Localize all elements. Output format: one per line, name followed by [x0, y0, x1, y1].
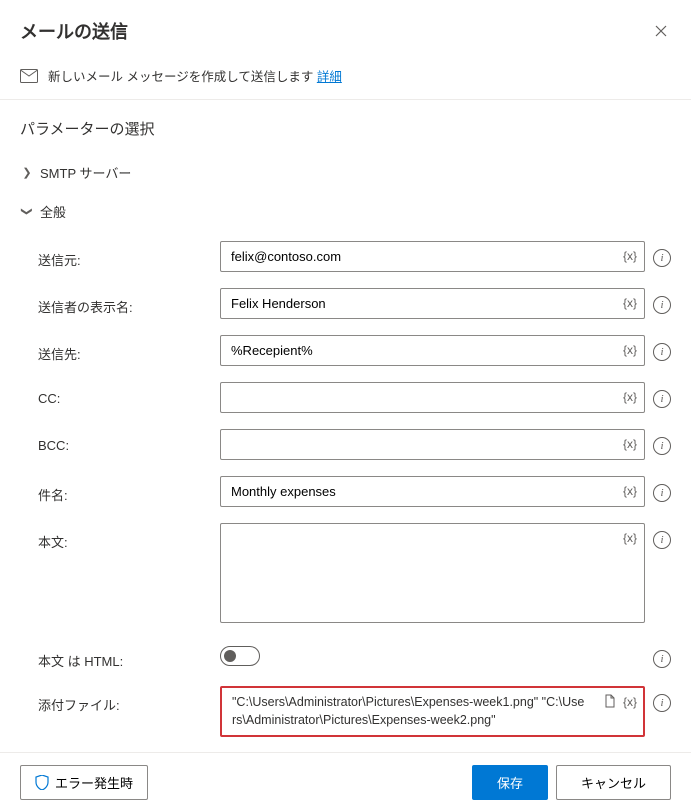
banner-text: 新しいメール メッセージを作成して送信します 詳細 — [48, 66, 342, 85]
info-icon[interactable]: i — [653, 650, 671, 668]
banner-message: 新しいメール メッセージを作成して送信します — [48, 70, 317, 84]
details-link[interactable]: 詳細 — [317, 70, 342, 84]
subject-label: 件名: — [20, 476, 220, 504]
info-icon[interactable]: i — [653, 249, 671, 267]
attachments-input[interactable]: "C:\Users\Administrator\Pictures\Expense… — [220, 686, 645, 737]
group-smtp-server[interactable]: ❯ SMTP サーバー — [20, 157, 671, 188]
from-input[interactable] — [220, 241, 645, 272]
is-html-label: 本文 は HTML: — [20, 642, 220, 670]
info-icon[interactable]: i — [653, 694, 671, 712]
on-error-label: エラー発生時 — [55, 773, 133, 792]
to-input[interactable] — [220, 335, 645, 366]
dialog-title: メールの送信 — [20, 18, 128, 44]
save-button[interactable]: 保存 — [472, 765, 548, 800]
is-html-toggle[interactable] — [220, 646, 260, 666]
info-icon[interactable]: i — [653, 437, 671, 455]
info-icon[interactable]: i — [653, 531, 671, 549]
variable-picker[interactable]: {x} — [621, 435, 639, 453]
to-label: 送信先: — [20, 335, 220, 363]
chevron-right-icon: ❯ — [20, 166, 34, 179]
body-textarea[interactable] — [220, 523, 645, 623]
mail-icon — [20, 69, 38, 83]
variable-picker[interactable]: {x} — [621, 247, 639, 265]
close-icon — [655, 25, 667, 37]
close-button[interactable] — [651, 21, 671, 41]
on-error-button[interactable]: エラー発生時 — [20, 765, 148, 800]
variable-picker[interactable]: {x} — [621, 294, 639, 312]
shield-icon — [35, 775, 49, 790]
subject-input[interactable] — [220, 476, 645, 507]
group-label: SMTP サーバー — [40, 163, 131, 182]
variable-picker[interactable]: {x} — [621, 529, 639, 547]
section-title: パラメーターの選択 — [20, 118, 671, 139]
chevron-down-icon: ❯ — [21, 205, 34, 219]
cc-input[interactable] — [220, 382, 645, 413]
bcc-label: BCC: — [20, 429, 220, 453]
display-name-label: 送信者の表示名: — [20, 288, 220, 316]
attach-label: 添付ファイル: — [20, 686, 220, 714]
variable-picker[interactable]: {x} — [621, 388, 639, 406]
bcc-input[interactable] — [220, 429, 645, 460]
info-icon[interactable]: i — [653, 484, 671, 502]
info-icon[interactable]: i — [653, 390, 671, 408]
from-label: 送信元: — [20, 241, 220, 269]
display-name-input[interactable] — [220, 288, 645, 319]
cancel-button[interactable]: キャンセル — [556, 765, 671, 800]
info-icon[interactable]: i — [653, 296, 671, 314]
group-label: 全般 — [40, 202, 66, 221]
file-picker-icon[interactable] — [603, 694, 617, 711]
variable-picker[interactable]: {x} — [623, 694, 637, 711]
info-icon[interactable]: i — [653, 343, 671, 361]
body-label: 本文: — [20, 523, 220, 551]
variable-picker[interactable]: {x} — [621, 341, 639, 359]
attachments-value: "C:\Users\Administrator\Pictures\Expense… — [232, 695, 584, 727]
group-general[interactable]: ❯ 全般 — [20, 196, 671, 227]
cc-label: CC: — [20, 382, 220, 406]
variable-picker[interactable]: {x} — [621, 482, 639, 500]
